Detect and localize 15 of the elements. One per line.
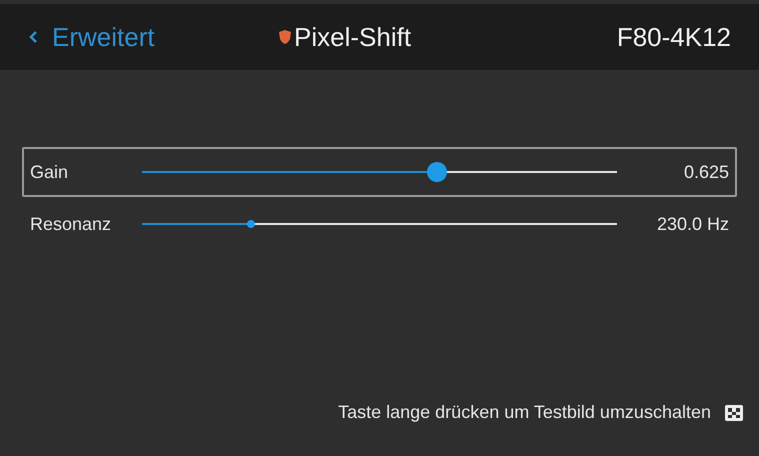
slider-row[interactable]: Resonanz 230.0 Hz (22, 199, 737, 249)
slider-thumb[interactable] (247, 220, 256, 228)
slider-value: 0.625 (682, 160, 729, 184)
slider-label: Resonanz (30, 212, 112, 236)
slider-thumb[interactable] (426, 162, 446, 182)
test-pattern-icon (725, 404, 743, 420)
chevron-left-icon (28, 30, 38, 44)
slider-row[interactable]: Gain 0.625 (22, 147, 737, 197)
slider-label: Gain (30, 160, 70, 184)
model-name: F80-4K12 (616, 20, 731, 54)
back-button[interactable]: Erweitert (28, 18, 278, 56)
page-title: Pixel-Shift (294, 20, 412, 54)
shield-icon (278, 29, 292, 45)
slider-value: 230.0 Hz (656, 212, 729, 236)
hint-text: Taste lange drücken um Testbild umzuschalten (338, 401, 711, 424)
